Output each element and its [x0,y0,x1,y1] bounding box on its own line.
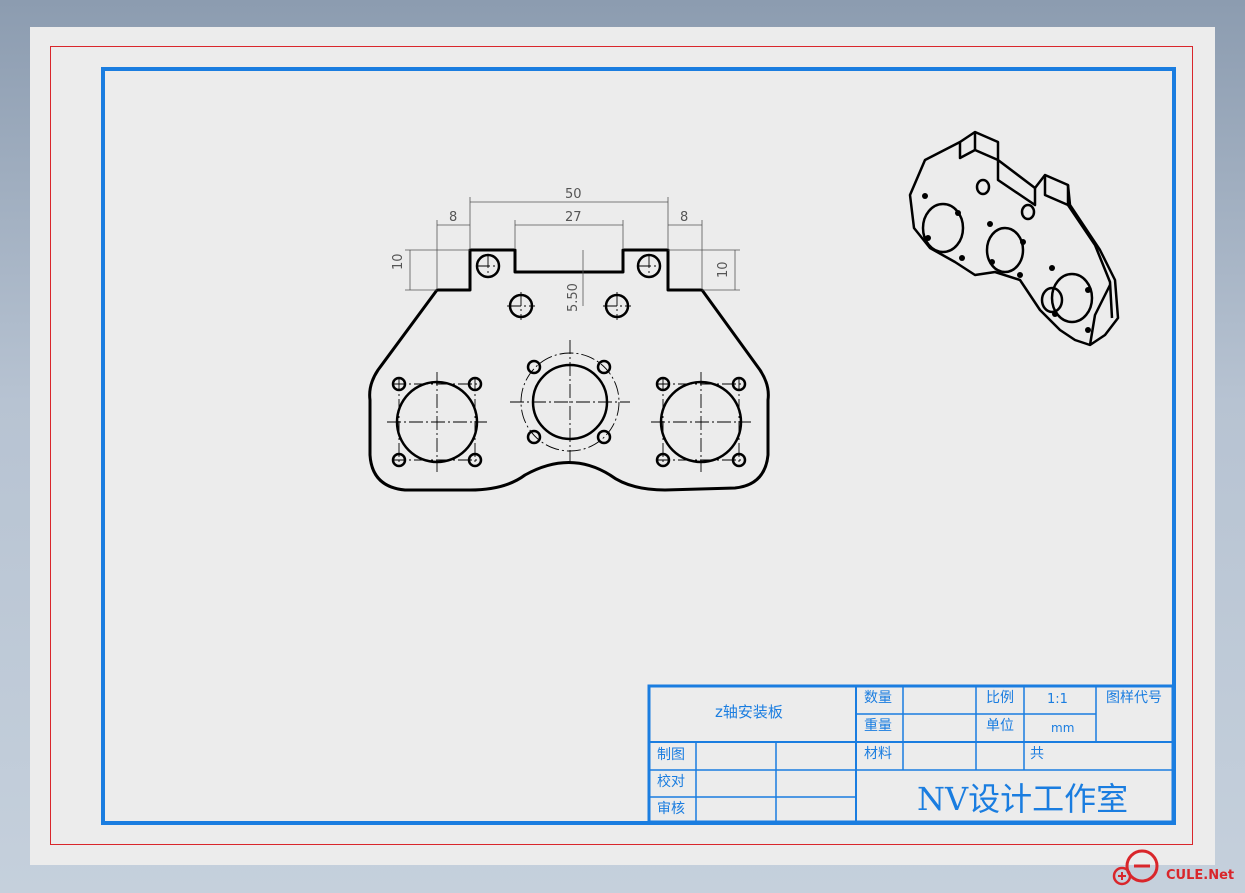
dim-right-height: 10 [716,261,731,278]
dim-inner-width: 27 [565,210,582,225]
drawing-number-label: 图样代号 [1106,690,1162,706]
watermark-text: CULE.Net [1166,868,1235,883]
dim-right-offset: 8 [680,210,689,225]
unit-label: 单位 [986,718,1014,734]
isometric-small-holes [922,193,1091,333]
studio-name: NV设计工作室 [917,780,1129,818]
quantity-label: 数量 [864,690,892,706]
cad-drawing [368,130,1175,824]
drawn-by-label: 制图 [657,747,685,763]
unit-value: mm [1051,721,1075,735]
dim-hole-spacing: 5.50 [566,283,581,312]
dim-left-offset: 8 [449,210,458,225]
total-label: 共 [1030,746,1044,762]
dim-left-height: 10 [391,253,406,270]
isometric-view [908,130,1120,347]
part-name: z轴安装板 [715,703,783,721]
scale-label: 比例 [986,690,1014,706]
scale-value: 1:1 [1047,692,1068,707]
material-label: 材料 [864,746,892,762]
approved-by-label: 审核 [657,801,685,817]
checked-by-label: 校对 [657,774,685,790]
dim-overall-width: 50 [565,187,582,202]
weight-label: 重量 [864,718,892,734]
